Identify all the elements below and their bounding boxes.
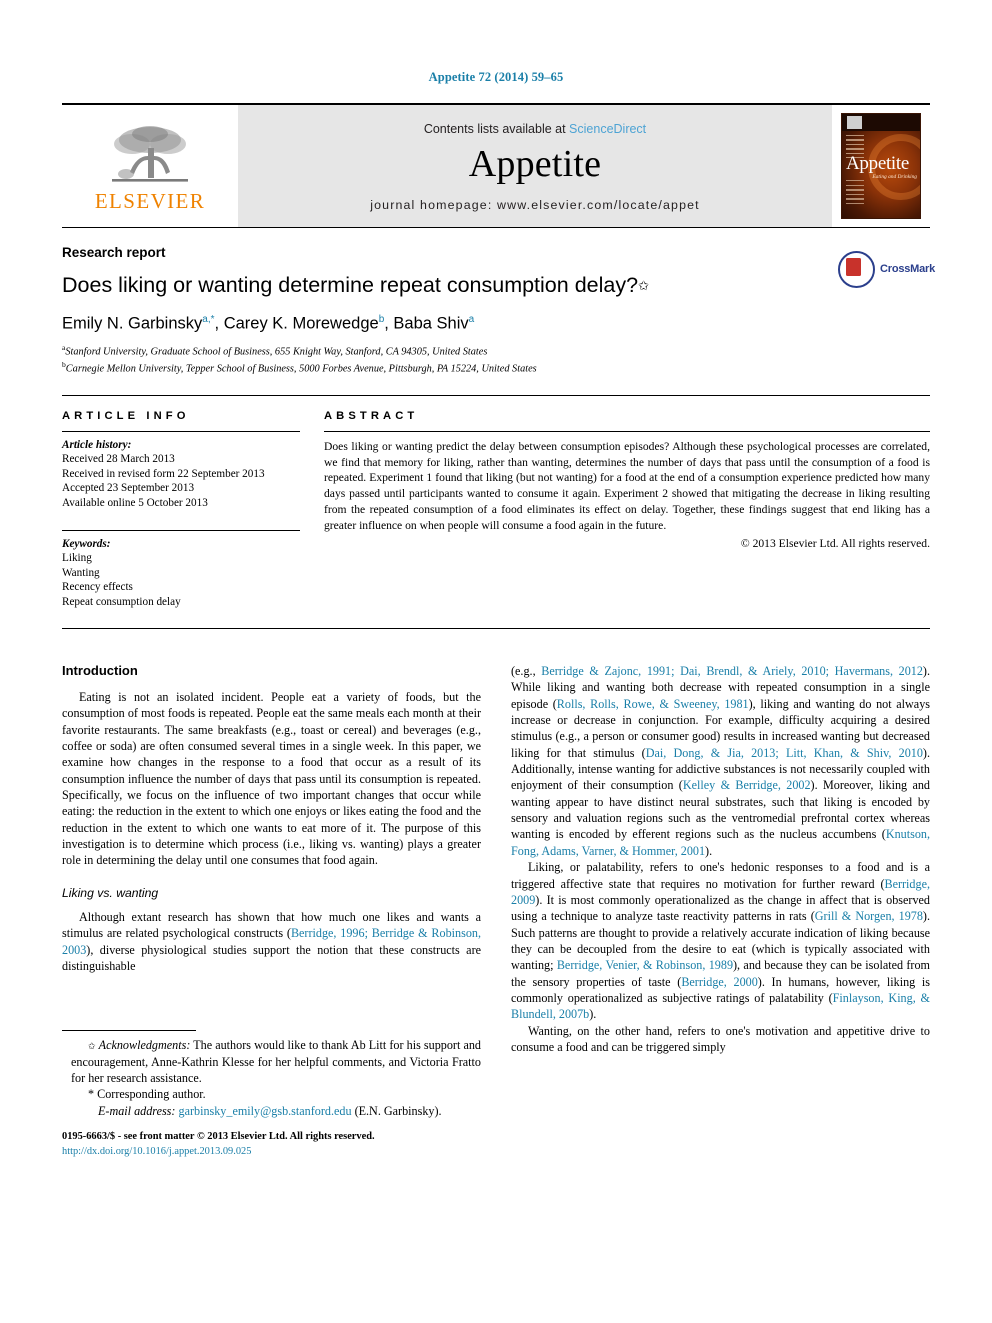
citation-link[interactable]: Grill & Norgen, 1978 bbox=[815, 909, 923, 923]
history-revised: Received in revised form 22 September 20… bbox=[62, 467, 265, 480]
keyword-item: Liking bbox=[62, 551, 92, 564]
masthead-center: Contents lists available at ScienceDirec… bbox=[238, 105, 832, 227]
body-column-left: Introduction Eating is not an isolated i… bbox=[62, 663, 481, 1159]
text-run: ). bbox=[705, 843, 713, 858]
author-list: Emily N. Garbinskya,*, Carey K. Morewedg… bbox=[62, 314, 475, 333]
crossmark-icon bbox=[838, 250, 875, 288]
history-online: Available online 5 October 2013 bbox=[62, 497, 208, 510]
footnotes-block: ✩ Acknowledgments: The authors would lik… bbox=[62, 1030, 481, 1159]
cover-publisher-logo-icon bbox=[847, 116, 862, 129]
text-run: Liking, or palatability, refers to one's… bbox=[511, 860, 930, 891]
history-received: Received 28 March 2013 bbox=[62, 452, 175, 465]
keyword-item: Repeat consumption delay bbox=[62, 596, 181, 609]
affiliation-item: bCarnegie Mellon University, Tepper Scho… bbox=[62, 360, 930, 377]
email-label: E-mail address: bbox=[98, 1103, 176, 1118]
citation-link[interactable]: Kelley & Berridge, 2002 bbox=[683, 778, 811, 792]
keyword-item: Recency effects bbox=[62, 581, 133, 594]
sciencedirect-link[interactable]: ScienceDirect bbox=[569, 122, 646, 136]
journal-masthead: ELSEVIER Contents lists available at Sci… bbox=[62, 103, 930, 228]
text-run: (e.g., bbox=[511, 664, 542, 679]
cover-journal-subtitle: Eating and Drinking bbox=[872, 174, 917, 180]
abstract-heading: ABSTRACT bbox=[324, 409, 419, 422]
article-history-label: Article history: bbox=[62, 438, 132, 451]
acknowledgments-label: Acknowledgments: bbox=[98, 1038, 191, 1053]
title-block: CrossMark Research report Does liking or… bbox=[62, 228, 935, 377]
history-accepted: Accepted 23 September 2013 bbox=[62, 482, 195, 495]
crossmark-badge[interactable]: CrossMark bbox=[838, 250, 935, 288]
article-title-text: Does liking or wanting determine repeat … bbox=[62, 273, 639, 297]
document-type: Research report bbox=[62, 245, 166, 260]
abstract-column: ABSTRACT Does liking or wanting predict … bbox=[324, 410, 930, 610]
cover-art: Appetite Eating and Drinking bbox=[841, 113, 921, 219]
author-name[interactable]: Carey K. Morewedge bbox=[224, 315, 379, 333]
info-abstract-band: ARTICLE INFO Article history: Received 2… bbox=[62, 394, 930, 630]
citation-link[interactable]: Berridge, 2000 bbox=[681, 975, 757, 989]
contents-prefix-text: Contents lists available at bbox=[423, 122, 570, 137]
section-heading-introduction: Introduction bbox=[62, 663, 138, 679]
affiliation-text: Carnegie Mellon University, Tepper Schoo… bbox=[65, 363, 537, 375]
divider bbox=[324, 430, 930, 432]
journal-article-page: Appetite 72 (2014) 59–65 ELSEVIER Conten… bbox=[0, 0, 992, 1323]
crossmark-label: CrossMark bbox=[880, 263, 936, 275]
running-head: Appetite 72 (2014) 59–65 bbox=[428, 70, 564, 84]
contents-available-line: Contents lists available at ScienceDirec… bbox=[424, 122, 646, 136]
elsevier-wordmark: ELSEVIER bbox=[94, 189, 206, 213]
body-column-right: (e.g., Berridge & Zajonc, 1991; Dai, Bre… bbox=[511, 663, 930, 1159]
footnote-acknowledgments: ✩ Acknowledgments: The authors would lik… bbox=[62, 1037, 481, 1086]
keyword-item: Wanting bbox=[62, 566, 100, 579]
keywords-block: Keywords: Liking Wanting Recency effects… bbox=[62, 529, 300, 610]
author-marks[interactable]: a bbox=[469, 314, 475, 325]
abstract-text: Does liking or wanting predict the delay… bbox=[324, 439, 930, 532]
citation-link[interactable]: Berridge & Zajonc, 1991; Dai, Brendl, & … bbox=[541, 664, 923, 678]
liking-paragraph-1: Although extant research has shown that … bbox=[62, 909, 481, 974]
footnote-email: E-mail address: garbinsky_emily@gsb.stan… bbox=[62, 1103, 481, 1119]
cover-text-lines-bottom bbox=[846, 180, 864, 207]
abstract-copyright: © 2013 Elsevier Ltd. All rights reserved… bbox=[740, 536, 930, 550]
subsection-heading-liking-vs-wanting: Liking vs. wanting bbox=[62, 885, 159, 900]
page-title: Does liking or wanting determine repeat … bbox=[62, 272, 762, 298]
elsevier-logo: ELSEVIER bbox=[62, 105, 238, 227]
footnote-corresponding-author: * Corresponding author. bbox=[62, 1086, 481, 1102]
issn-copyright-line: 0195-6663/$ - see front matter © 2013 El… bbox=[62, 1130, 481, 1159]
footnote-star-marker: ✩ bbox=[88, 1041, 96, 1052]
author-name[interactable]: Baba Shiv bbox=[393, 315, 468, 333]
right-paragraph-2: Liking, or palatability, refers to one's… bbox=[511, 859, 930, 1022]
right-paragraph-1: (e.g., Berridge & Zajonc, 1991; Dai, Bre… bbox=[511, 663, 930, 859]
text-run: ). bbox=[589, 1007, 597, 1022]
corresponding-star-marker: * bbox=[88, 1087, 95, 1102]
citation-link[interactable]: Rolls, Rolls, Rowe, & Sweeney, 1981 bbox=[557, 697, 749, 711]
divider bbox=[62, 430, 300, 432]
affiliation-item: aStanford University, Graduate School of… bbox=[62, 343, 930, 360]
article-info-column: ARTICLE INFO Article history: Received 2… bbox=[62, 410, 300, 610]
journal-title: Appetite bbox=[468, 143, 602, 186]
issn-text: 0195-6663/$ - see front matter © 2013 El… bbox=[62, 1131, 375, 1143]
divider bbox=[62, 529, 300, 531]
journal-cover-thumbnail: Appetite Eating and Drinking bbox=[832, 105, 930, 227]
email-suffix: (E.N. Garbinsky). bbox=[351, 1103, 442, 1118]
elsevier-tree-icon bbox=[112, 126, 188, 182]
author-marks[interactable]: b bbox=[379, 314, 385, 325]
email-link[interactable]: garbinsky_emily@gsb.stanford.edu bbox=[179, 1104, 352, 1118]
doi-link[interactable]: http://dx.doi.org/10.1016/j.appet.2013.0… bbox=[62, 1145, 481, 1160]
body-columns: Introduction Eating is not an isolated i… bbox=[62, 663, 930, 1159]
right-paragraph-3: Wanting, on the other hand, refers to on… bbox=[511, 1023, 930, 1054]
text-run: ), diverse physiological studies support… bbox=[62, 942, 481, 973]
footnote-divider bbox=[62, 1030, 196, 1032]
article-info-heading: ARTICLE INFO bbox=[62, 409, 190, 422]
author-name[interactable]: Emily N. Garbinsky bbox=[62, 315, 202, 333]
cover-journal-title: Appetite bbox=[846, 153, 910, 174]
citation-link[interactable]: Berridge, Venier, & Robinson, 1989 bbox=[557, 958, 733, 972]
author-marks[interactable]: a,* bbox=[202, 314, 214, 325]
affiliation-list: aStanford University, Graduate School of… bbox=[62, 343, 930, 377]
keywords-label: Keywords: bbox=[62, 537, 111, 550]
title-footnote-marker[interactable]: ✩ bbox=[638, 278, 649, 293]
intro-paragraph-1: Eating is not an isolated incident. Peop… bbox=[62, 690, 481, 868]
affiliation-text: Stanford University, Graduate School of … bbox=[65, 346, 488, 358]
journal-homepage-link[interactable]: journal homepage: www.elsevier.com/locat… bbox=[370, 198, 700, 212]
corresponding-author-text: Corresponding author. bbox=[97, 1087, 206, 1102]
citation-link[interactable]: Dai, Dong, & Jia, 2013; Litt, Khan, & Sh… bbox=[646, 746, 923, 760]
